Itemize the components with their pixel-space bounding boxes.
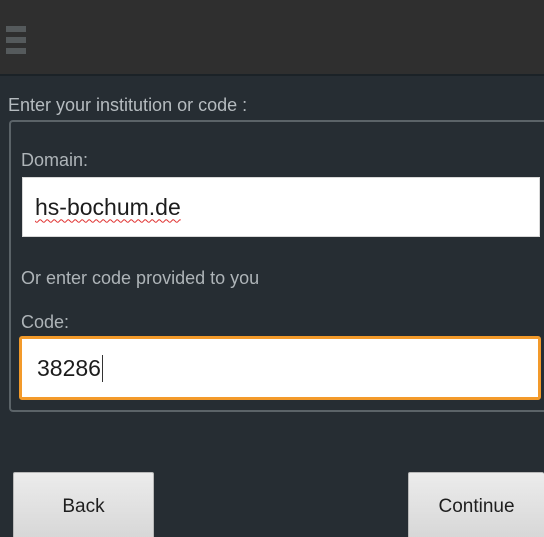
domain-value: hs-bochum.de: [35, 193, 181, 220]
back-button[interactable]: Back: [13, 472, 154, 537]
menu-icon-bar: [6, 37, 26, 43]
action-bar: [0, 0, 544, 76]
code-label: Code:: [21, 312, 70, 332]
continue-button[interactable]: Continue: [408, 472, 544, 537]
code-hint: Or enter code provided to you: [21, 268, 260, 288]
menu-icon-bar: [6, 26, 26, 32]
domain-field[interactable]: hs-bochum.de: [22, 177, 540, 237]
domain-label: Domain:: [21, 150, 89, 170]
menu-icon[interactable]: [6, 26, 26, 56]
text-cursor: [101, 354, 103, 382]
institution-prompt: Enter your institution or code :: [8, 95, 248, 115]
code-value: 38286: [37, 354, 101, 381]
app-screen: Enter your institution or code : Domain:…: [0, 0, 544, 537]
code-field[interactable]: 38286: [19, 336, 541, 400]
menu-icon-bar: [6, 48, 26, 54]
